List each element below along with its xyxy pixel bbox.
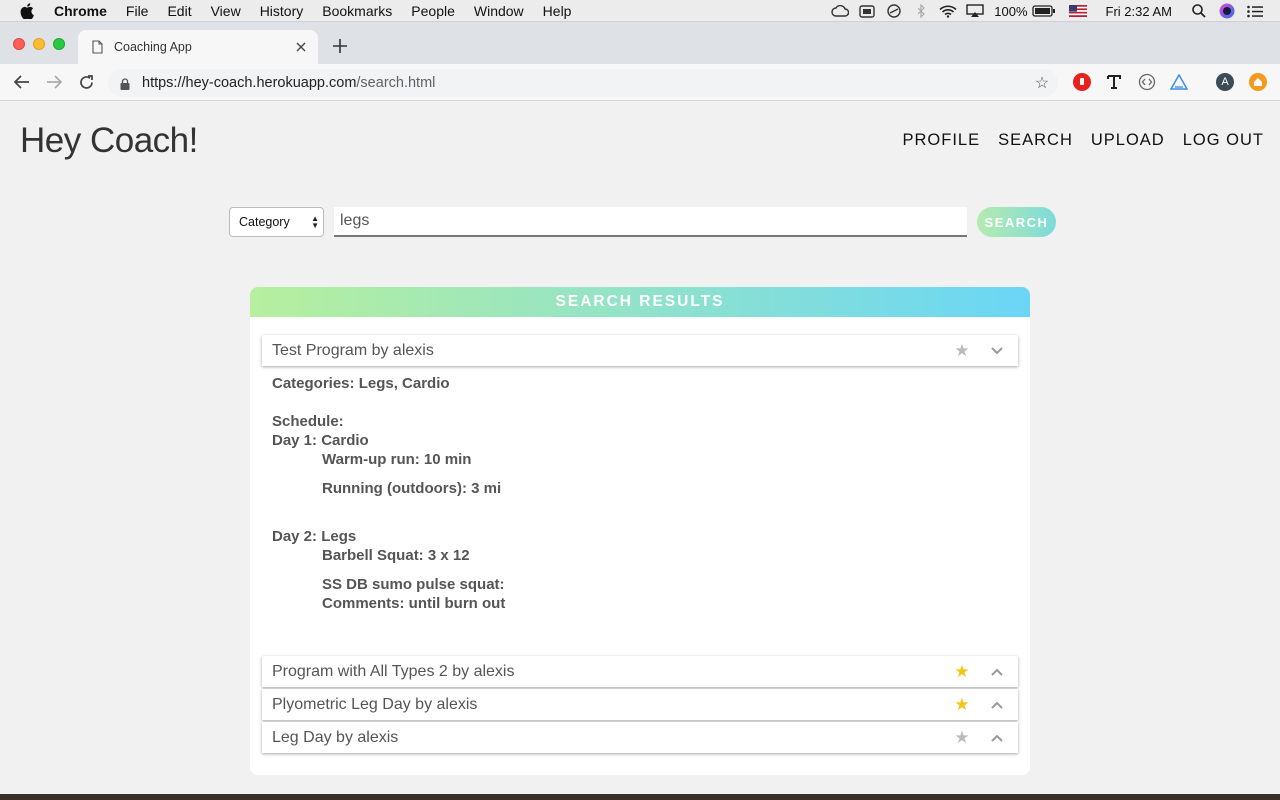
wifi-icon[interactable]: [939, 4, 957, 18]
result-item[interactable]: Plyometric Leg Day by alexis ★: [262, 689, 1018, 720]
search-bar: Category ▲▼ SEARCH: [229, 207, 1059, 239]
browser-tab-strip: Coaching App: [0, 22, 1280, 64]
adblock-extension-icon[interactable]: [1073, 73, 1091, 91]
menu-history[interactable]: History: [260, 3, 304, 19]
exercise-item: Warm-up run: 10 min: [322, 451, 472, 468]
browser-tab[interactable]: Coaching App: [78, 30, 318, 64]
menu-app-chrome[interactable]: Chrome: [54, 3, 107, 19]
menu-help[interactable]: Help: [543, 3, 572, 19]
tab-close-icon[interactable]: [292, 38, 310, 56]
type-extension-icon[interactable]: [1105, 73, 1123, 91]
category-select-value: Category: [239, 215, 290, 229]
bookmark-star-icon[interactable]: ☆: [1034, 75, 1050, 92]
exercise-item: Running (outdoors): 3 mi: [322, 480, 502, 497]
triangle-extension-icon[interactable]: [1170, 73, 1188, 91]
siri-icon[interactable]: [1218, 3, 1236, 19]
program-categories: Categories: Legs, Cardio: [272, 375, 450, 392]
favorite-star-icon[interactable]: ★: [953, 662, 971, 681]
day-heading: Day 1: Cardio: [272, 432, 369, 449]
tab-title: Coaching App: [114, 40, 192, 54]
favorite-star-icon[interactable]: ★: [953, 695, 971, 714]
menubar-clock[interactable]: Fri 2:32 AM: [1106, 4, 1172, 19]
window-fullscreen-button[interactable]: [53, 38, 65, 50]
window-close-button[interactable]: [13, 38, 25, 50]
select-arrows-icon: ▲ ▼: [311, 214, 319, 230]
exercise-item: Barbell Squat: 3 x 12: [322, 547, 470, 564]
menu-people[interactable]: People: [411, 3, 455, 19]
result-item[interactable]: Test Program by alexis ★: [262, 335, 1018, 366]
exercise-item: SS DB sumo pulse squat:: [322, 576, 505, 593]
url-path: /search.html: [356, 75, 436, 91]
search-button[interactable]: SEARCH: [977, 207, 1056, 237]
top-navigation: PROFILE SEARCH UPLOAD LOG OUT: [885, 131, 1265, 150]
display-mirror-icon[interactable]: [858, 4, 876, 18]
menu-view[interactable]: View: [211, 3, 241, 19]
page-icon: [92, 40, 104, 54]
web-page: Hey Coach! PROFILE SEARCH UPLOAD LOG OUT…: [0, 101, 1280, 794]
result-title[interactable]: Program with All Types 2 by alexis: [272, 663, 953, 681]
site-brand[interactable]: Hey Coach!: [20, 121, 198, 161]
category-select[interactable]: Category ▲ ▼: [229, 207, 324, 237]
favorite-star-icon[interactable]: ★: [953, 728, 971, 747]
home-extension-icon[interactable]: [1249, 73, 1267, 91]
day-heading: Day 2: Legs: [272, 528, 357, 545]
nav-search-link[interactable]: SEARCH: [998, 131, 1073, 150]
menu-window[interactable]: Window: [474, 3, 524, 19]
back-arrow-icon[interactable]: [12, 72, 32, 92]
chevron-down-icon[interactable]: [988, 342, 1006, 360]
url-text[interactable]: https://hey-coach.herokuapp.com/search.h…: [142, 75, 435, 91]
nav-upload-link[interactable]: UPLOAD: [1091, 131, 1165, 150]
battery-percent: 100%: [994, 3, 1028, 19]
schedule-label: Schedule:: [272, 413, 344, 430]
search-input[interactable]: [334, 207, 967, 237]
spotlight-search-icon[interactable]: [1190, 4, 1208, 18]
result-item[interactable]: Leg Day by alexis ★: [262, 722, 1018, 753]
forward-arrow-icon[interactable]: [44, 72, 64, 92]
reload-icon[interactable]: [76, 72, 96, 92]
chevron-up-icon[interactable]: [988, 729, 1006, 747]
mac-menu-bar: Chrome File Edit View History Bookmarks …: [0, 0, 1280, 22]
lock-icon[interactable]: [120, 77, 130, 90]
result-title[interactable]: Test Program by alexis: [272, 342, 953, 360]
us-flag-icon[interactable]: [1068, 4, 1088, 18]
chevron-up-icon[interactable]: [988, 663, 1006, 681]
profile-avatar[interactable]: A: [1216, 73, 1234, 91]
menu-bookmarks[interactable]: Bookmarks: [322, 3, 392, 19]
menu-edit[interactable]: Edit: [167, 3, 191, 19]
notification-center-icon[interactable]: [1246, 4, 1264, 18]
bluetooth-icon[interactable]: [912, 4, 930, 18]
chevron-up-icon[interactable]: [988, 696, 1006, 714]
search-results-panel: SEARCH RESULTS Test Program by alexis ★ …: [250, 287, 1030, 775]
new-tab-button[interactable]: [330, 35, 350, 57]
window-minimize-button[interactable]: [33, 38, 45, 50]
code-extension-icon[interactable]: [1138, 73, 1156, 91]
nav-logout-link[interactable]: LOG OUT: [1183, 131, 1264, 150]
url-host: https://hey-coach.herokuapp.com: [142, 75, 357, 91]
result-title[interactable]: Leg Day by alexis: [272, 729, 953, 747]
creative-cloud-icon[interactable]: [831, 4, 850, 18]
apple-menu-icon[interactable]: [20, 2, 36, 19]
search-results-header: SEARCH RESULTS: [250, 287, 1030, 317]
exercise-comment: Comments: until burn out: [322, 595, 506, 612]
airplay-icon[interactable]: [966, 4, 984, 18]
favorite-star-icon[interactable]: ★: [953, 341, 971, 360]
result-title[interactable]: Plyometric Leg Day by alexis: [272, 696, 953, 714]
address-bar[interactable]: https://hey-coach.herokuapp.com/search.h…: [108, 69, 1058, 97]
desktop-wallpaper-strip: [0, 794, 1280, 800]
nav-profile-link[interactable]: PROFILE: [903, 131, 981, 150]
result-item[interactable]: Program with All Types 2 by alexis ★: [262, 656, 1018, 687]
menu-file[interactable]: File: [126, 3, 149, 19]
battery-icon[interactable]: [1031, 4, 1056, 18]
browser-toolbar: https://hey-coach.herokuapp.com/search.h…: [0, 64, 1280, 101]
time-machine-icon[interactable]: [885, 4, 903, 18]
